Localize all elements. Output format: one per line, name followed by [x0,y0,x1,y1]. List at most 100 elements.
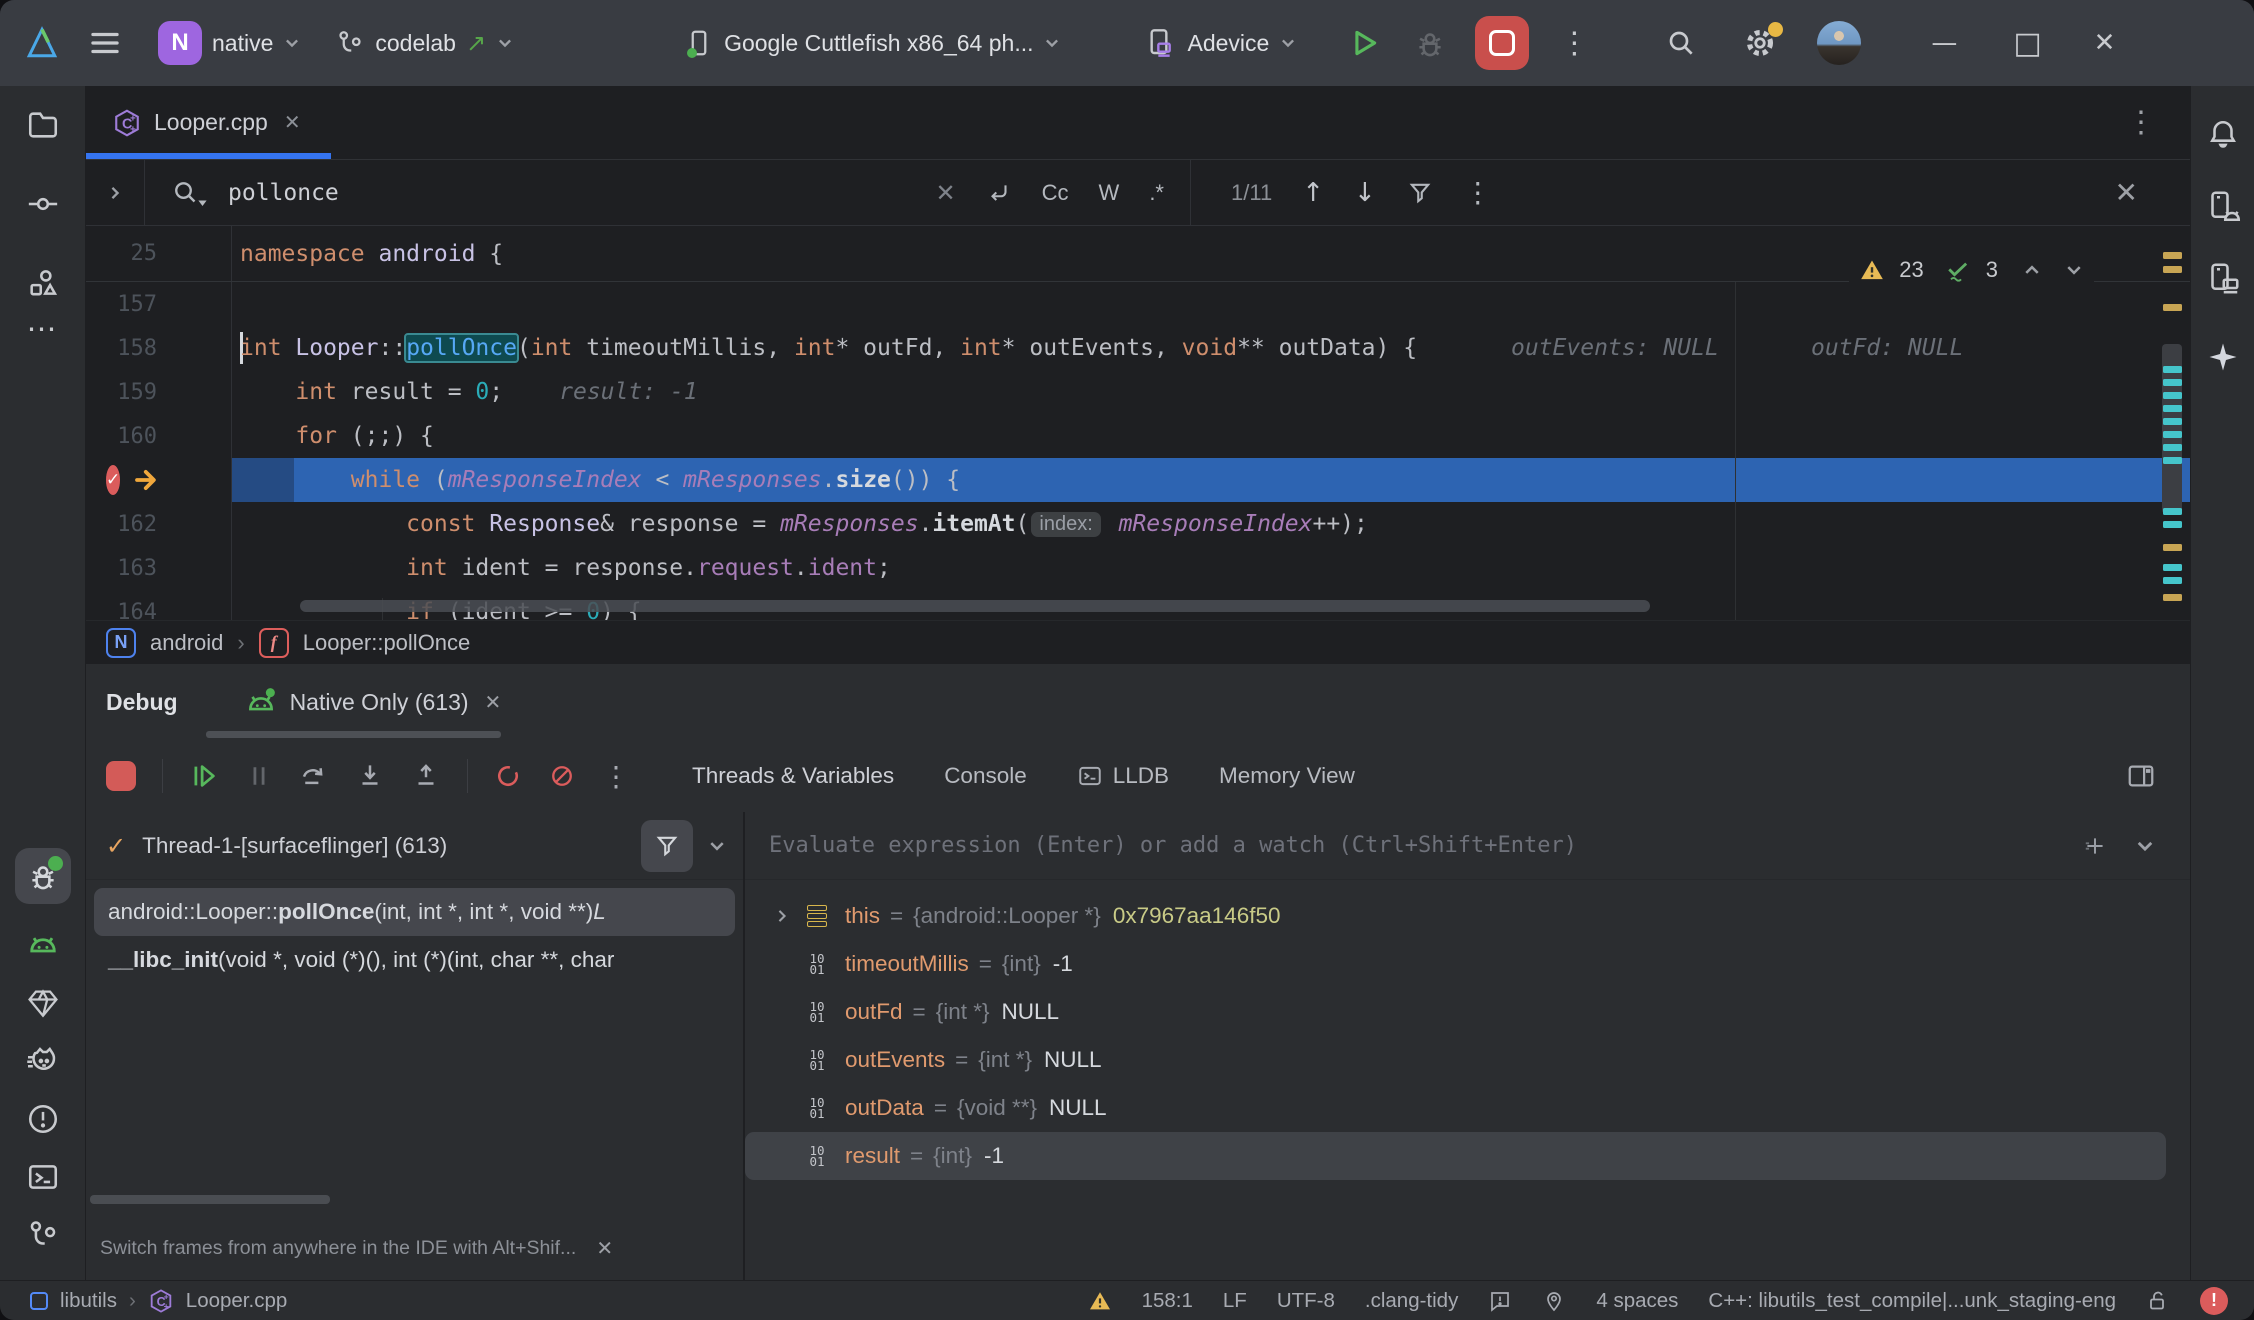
warning-stripe-mark[interactable] [2163,304,2182,311]
thread-dropdown-chevron-icon[interactable] [707,836,727,856]
find-filter-icon[interactable] [1406,179,1434,207]
indent-widget[interactable]: 4 spaces [1596,1289,1678,1313]
find-input-area[interactable]: pollonce ✕ Cc W .* [145,160,1191,225]
lock-open-icon[interactable] [2146,1289,2170,1313]
structure-tool-icon[interactable] [15,266,71,300]
info-stripe-mark[interactable] [2163,379,2182,386]
breakpoint-icon[interactable]: ✓ [106,465,120,495]
debug-session-tab[interactable]: Native Only (613) ✕ [244,685,502,719]
status-module[interactable]: libutils [60,1289,117,1313]
pause-program-icon[interactable] [245,762,273,790]
line-number[interactable]: 160 [86,414,232,458]
find-match-case-toggle[interactable]: Cc [1042,180,1069,206]
mute-breakpoints-icon[interactable] [548,762,576,790]
terminal-tool-icon[interactable] [15,1160,71,1194]
banner-close-icon[interactable]: ✕ [596,1236,613,1260]
gemini-sparkle-icon[interactable] [2201,338,2245,376]
frames-horizontal-scrollbar[interactable] [90,1195,330,1204]
find-clear-icon[interactable]: ✕ [936,179,956,207]
code-line[interactable]: 159 int result = 0;result: -1 [86,370,2190,414]
find-search-icon[interactable] [171,178,208,208]
variable-row[interactable]: this={android::Looper *}0x7967aa146f50 [745,892,2166,940]
info-stripe-mark[interactable] [2163,508,2182,515]
line-number[interactable]: 159 [86,370,232,414]
tab-close-icon[interactable]: ✕ [280,106,305,139]
line-separator-widget[interactable]: LF [1223,1289,1247,1313]
debug-button[interactable] [1413,26,1447,60]
stack-frame-row[interactable]: __libc_init(void *, void (*)(), int (*)(… [94,936,735,984]
warning-stripe-mark[interactable] [2163,594,2182,601]
maximize-button[interactable]: □ [2013,26,2041,61]
tab-options-kebab-icon[interactable]: ⋮ [2126,105,2190,140]
run-button[interactable] [1347,26,1381,60]
warning-stripe-mark[interactable] [2163,544,2182,551]
code-editor[interactable]: 25namespace android {157158int Looper::p… [86,226,2190,620]
step-into-icon[interactable] [355,761,385,791]
code-line[interactable]: 162 const Response& response = mResponse… [86,502,2190,546]
commit-tool-icon[interactable] [15,187,71,221]
toolbar-more-icon[interactable]: ⋮ [1559,26,1589,61]
prev-problem-chevron-icon[interactable] [2022,260,2042,280]
line-number[interactable]: 158 [86,326,232,370]
info-stripe-mark[interactable] [2163,431,2182,438]
thread-selector[interactable]: ✓ Thread-1-[surfaceflinger] (613) [86,812,743,880]
line-number[interactable]: 25 [86,226,232,281]
code-line-text[interactable]: int result = 0;result: -1 [232,370,2190,414]
line-number[interactable]: 164 [86,590,232,620]
line-number[interactable]: 157 [86,282,232,326]
code-line[interactable]: ✓ while (mResponseIndex < mResponses.siz… [86,458,2190,502]
git-tool-icon[interactable] [15,1218,71,1252]
info-stripe-mark[interactable] [2163,444,2182,451]
breakpoint-gutter[interactable]: ✓ [86,458,232,502]
find-collapse-chevron-icon[interactable] [86,160,145,225]
layout-settings-icon[interactable] [2126,761,2190,791]
search-everywhere-icon[interactable] [1665,27,1697,59]
hamburger-menu-icon[interactable] [88,26,122,60]
variable-row[interactable]: 10 01timeoutMillis={int}-1 [745,940,2166,988]
variable-row[interactable]: 10 01outEvents={int *}NULL [745,1036,2166,1084]
find-regex-toggle[interactable]: .* [1149,180,1164,206]
minimize-button[interactable]: — [1931,28,1957,58]
add-watch-icon[interactable] [2082,833,2108,859]
session-tab-close-icon[interactable]: ✕ [485,690,502,714]
close-window-button[interactable]: ✕ [2094,28,2116,58]
evaluate-expression-field[interactable]: Evaluate expression (Enter) or add a wat… [745,812,2190,880]
view-breakpoints-icon[interactable] [494,762,522,790]
find-previous-icon[interactable]: ↑ [1302,178,1324,208]
settings-gear-icon[interactable] [1743,26,1777,60]
inspection-highlight-icon[interactable] [1488,1289,1512,1313]
editor-tab-looper-cpp[interactable]: C++ Looper.cpp ✕ [86,86,331,159]
stop-button[interactable] [1475,16,1529,70]
warning-stripe-mark[interactable] [2163,252,2182,259]
inspections-widget[interactable]: 23 3 [1849,248,2094,292]
find-next-icon[interactable]: ↓ [1354,178,1376,208]
app-quality-insights-tool-icon[interactable] [15,986,71,1020]
hide-frames-filter-icon[interactable] [641,820,693,872]
line-number[interactable]: 162 [86,502,232,546]
info-stripe-mark[interactable] [2163,418,2182,425]
info-stripe-mark[interactable] [2163,577,2182,584]
resume-program-icon[interactable] [189,761,219,791]
error-notification-badge[interactable]: ! [2200,1287,2228,1315]
session-tabstrip-scrollbar[interactable] [206,731,501,738]
code-line-text[interactable]: for (;;) { [232,414,2190,458]
code-line[interactable]: 160 for (;;) { [86,414,2190,458]
breadcrumb-function[interactable]: Looper::pollOnce [303,630,471,656]
line-number[interactable]: 163 [86,546,232,590]
project-widget[interactable]: N native [148,13,311,73]
find-words-toggle[interactable]: W [1099,180,1120,206]
running-devices-icon[interactable] [2201,260,2245,298]
warning-stripe-mark[interactable] [2163,266,2182,273]
vcs-widget[interactable]: codelab ↗ [325,20,524,66]
status-file[interactable]: Looper.cpp [186,1289,287,1313]
code-line-text[interactable]: while (mResponseIndex < mResponses.size(… [232,458,2190,502]
encoding-widget[interactable]: UTF-8 [1277,1289,1335,1313]
code-line-text[interactable]: int Looper::pollOnce(int timeoutMillis, … [232,326,2190,370]
info-stripe-mark[interactable] [2163,564,2182,571]
info-stripe-mark[interactable] [2163,405,2182,412]
status-warning-icon[interactable] [1088,1289,1112,1313]
build-config-widget[interactable]: C++: libutils_test_compile|...unk_stagin… [1708,1289,2116,1313]
evaluate-expand-chevron-icon[interactable] [2134,835,2156,857]
device-manager-icon[interactable] [2201,188,2245,226]
step-over-icon[interactable] [299,761,329,791]
